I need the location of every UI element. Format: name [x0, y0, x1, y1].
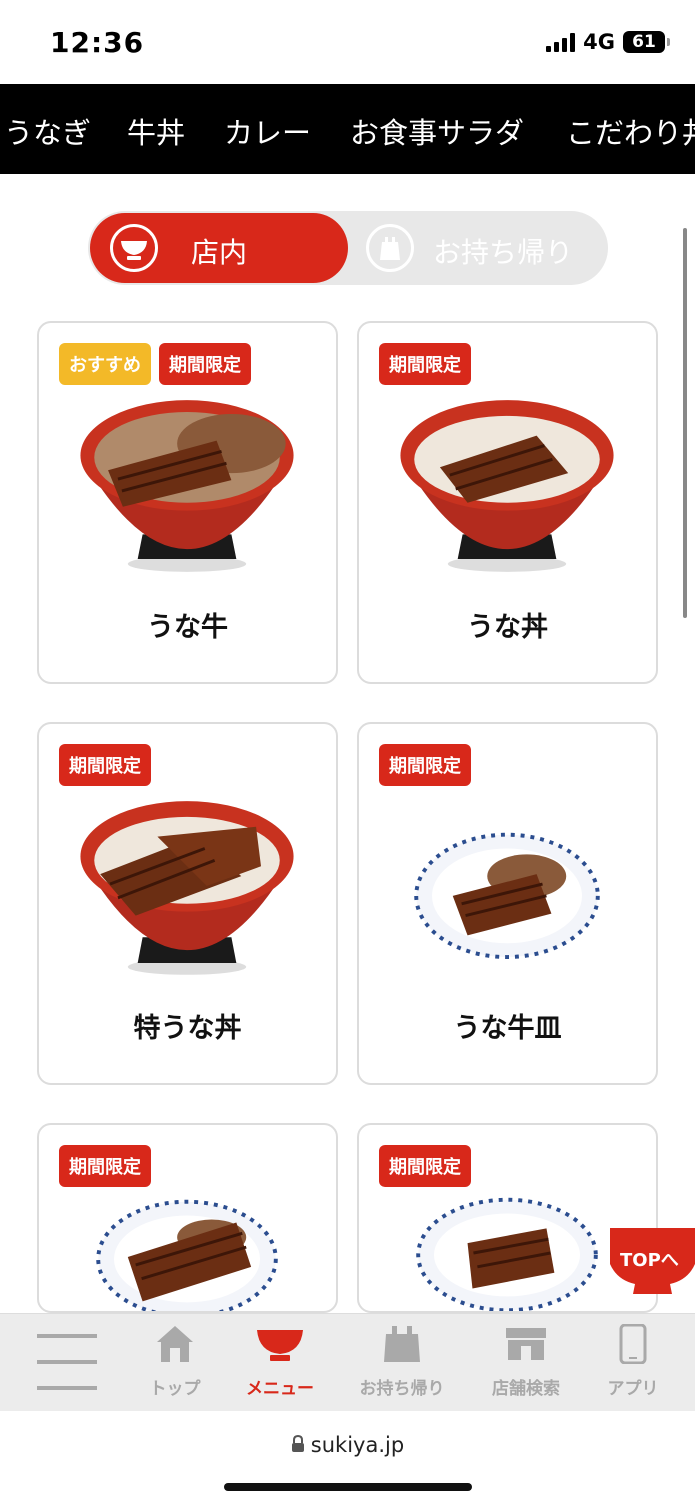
food-image-toku-unadon	[80, 801, 294, 975]
food-image-unagyu-sara	[414, 832, 600, 960]
tab-takeout[interactable]: お持ち帰り	[352, 1324, 452, 1399]
tab-takeout-label: お持ち帰り	[359, 1379, 445, 1399]
badge-limited: 期間限定	[379, 1145, 471, 1187]
browser-url-bar: sukiya.jp	[0, 1411, 695, 1506]
badge-limited: 期間限定	[59, 1145, 151, 1187]
menu-card-toku-unadon[interactable]: 期間限定 特うな丼	[37, 722, 338, 1085]
badge-recommend: おすすめ	[59, 343, 151, 385]
back-to-top-label: TOPへ	[620, 1250, 679, 1271]
bag-icon	[366, 224, 414, 272]
url-field[interactable]: sukiya.jp	[0, 1433, 695, 1458]
menu-card-unagyu-sara[interactable]: 期間限定 うな牛皿	[357, 722, 658, 1085]
home-icon	[157, 1326, 193, 1362]
toggle-dine-in-label: 店内	[191, 236, 248, 269]
tab-hamburger[interactable]	[17, 1332, 117, 1396]
signal-icon	[546, 32, 576, 52]
dine-mode-toggle: 店内 お持ち帰り	[88, 211, 608, 285]
store-icon	[506, 1328, 546, 1360]
food-image-unagyu	[80, 400, 294, 572]
badge-limited: 期間限定	[379, 343, 471, 385]
status-time: 12:36	[50, 26, 145, 59]
phone-icon	[619, 1323, 647, 1365]
category-curry[interactable]: カレー	[224, 110, 311, 152]
menu-card-5[interactable]: 期間限定	[37, 1123, 338, 1313]
tab-top-label: トップ	[149, 1379, 201, 1399]
tab-app-label: アプリ	[607, 1379, 659, 1399]
tab-menu[interactable]: メニュー	[230, 1324, 330, 1399]
badge-limited: 期間限定	[59, 744, 151, 786]
tab-top[interactable]: トップ	[125, 1324, 225, 1399]
category-nav: うなぎ 牛丼 カレー お食事サラダ こだわり丼	[0, 84, 695, 174]
back-to-top-button[interactable]: TOPへ	[610, 1228, 695, 1296]
bowl-icon	[110, 224, 158, 272]
status-bar: 12:36 4G 61	[0, 0, 695, 84]
battery-icon: 61	[623, 31, 670, 53]
lock-icon	[291, 1434, 305, 1458]
menu-lines-icon	[37, 1334, 97, 1390]
menu-card-unagyu[interactable]: おすすめ 期間限定 うな牛	[37, 321, 338, 684]
category-kodawari[interactable]: こだわり丼	[566, 110, 695, 152]
badge-group: おすすめ 期間限定	[59, 343, 251, 385]
tab-store-search[interactable]: 店舗検索	[476, 1324, 576, 1399]
food-image-unadon	[400, 400, 614, 572]
bag-icon	[384, 1326, 420, 1362]
menu-name: うな牛皿	[453, 1013, 562, 1044]
toggle-takeout-label[interactable]: お持ち帰り	[433, 231, 573, 271]
tab-menu-label: メニュー	[246, 1379, 314, 1399]
network-label: 4G	[583, 30, 615, 54]
badge-limited: 期間限定	[379, 744, 471, 786]
status-icons: 4G 61	[546, 30, 670, 54]
menu-name: うな丼	[467, 612, 548, 643]
category-gyudon[interactable]: 牛丼	[127, 110, 185, 152]
badge-limited: 期間限定	[159, 343, 251, 385]
badge-group: 期間限定	[379, 1145, 471, 1187]
food-image-5	[96, 1199, 278, 1311]
menu-name: うな牛	[147, 612, 228, 643]
tab-store-search-label: 店舗検索	[492, 1379, 560, 1399]
badge-group: 期間限定	[379, 343, 471, 385]
badge-group: 期間限定	[59, 744, 151, 786]
battery-level: 61	[632, 32, 656, 52]
home-indicator[interactable]	[224, 1483, 472, 1491]
url-text: sukiya.jp	[310, 1433, 405, 1457]
badge-group: 期間限定	[59, 1145, 151, 1187]
bottom-tabbar: トップ メニュー お持ち帰り 店舗検索 アプリ	[0, 1313, 695, 1411]
scrollbar[interactable]	[683, 228, 687, 618]
tab-app[interactable]: アプリ	[583, 1323, 683, 1399]
category-salad[interactable]: お食事サラダ	[350, 110, 524, 152]
badge-group: 期間限定	[379, 744, 471, 786]
category-unagi[interactable]: うなぎ	[4, 110, 91, 152]
menu-name: 特うな丼	[133, 1013, 242, 1044]
menu-card-unadon[interactable]: 期間限定 うな丼	[357, 321, 658, 684]
bowl-icon	[257, 1330, 303, 1361]
